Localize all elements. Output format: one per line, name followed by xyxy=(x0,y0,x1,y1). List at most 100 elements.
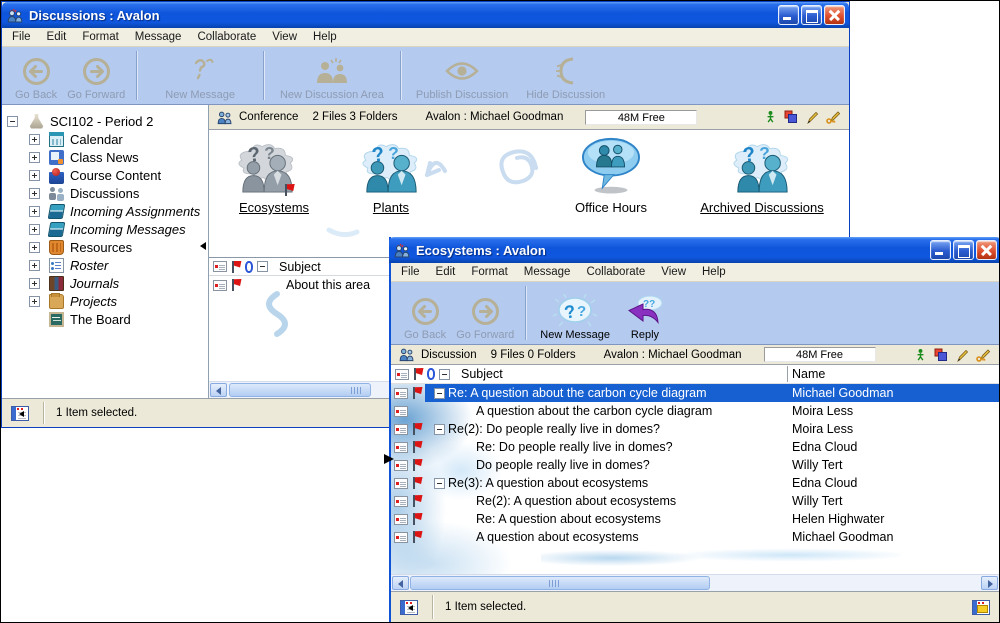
go-forward-button[interactable]: Go Forward xyxy=(62,49,130,102)
tree-item-icon xyxy=(49,312,64,327)
tree-item-root[interactable]: SCI102 - Period 2 xyxy=(2,112,208,130)
expand-toggle[interactable] xyxy=(29,296,40,307)
view-toggle-icon[interactable] xyxy=(972,600,990,615)
new-message-button[interactable]: ? ? New Message xyxy=(532,284,618,342)
expand-toggle[interactable] xyxy=(29,224,40,235)
message-row[interactable]: Re: A question about the carbon cycle di… xyxy=(391,384,999,402)
tree-item[interactable]: Roster xyxy=(2,256,208,274)
menu-item[interactable]: Edit xyxy=(428,264,464,280)
menu-item[interactable]: Collaborate xyxy=(578,264,653,280)
menu-item[interactable]: Message xyxy=(127,29,190,45)
layers-icon[interactable] xyxy=(934,348,948,362)
pencil-key-icon[interactable] xyxy=(976,348,991,362)
tree-item[interactable]: Projects xyxy=(2,292,208,310)
list-header[interactable]: Subject Name xyxy=(391,365,999,384)
hide-discussion-button[interactable]: Hide Discussion xyxy=(517,49,614,102)
expand-toggle[interactable] xyxy=(29,170,40,181)
pencil-icon[interactable] xyxy=(956,348,968,362)
expand-toggle[interactable] xyxy=(29,242,40,253)
expand-toggle[interactable] xyxy=(29,278,40,289)
tree-item[interactable]: Journals xyxy=(2,274,208,292)
new-message-button[interactable]: New Message xyxy=(143,49,257,102)
conference-item-label[interactable]: Plants xyxy=(326,200,456,215)
maximize-button[interactable] xyxy=(801,5,822,25)
go-forward-button[interactable]: Go Forward xyxy=(451,284,519,342)
split-pane-icon[interactable] xyxy=(11,406,29,421)
menu-item[interactable]: Help xyxy=(305,29,345,45)
tree-item[interactable]: Incoming Messages xyxy=(2,220,208,238)
publish-discussion-button[interactable]: Publish Discussion xyxy=(407,49,517,102)
close-button[interactable] xyxy=(976,240,997,260)
collapse-thread-toggle[interactable] xyxy=(434,424,445,435)
title-bar[interactable]: Ecosystems : Avalon xyxy=(389,237,1000,263)
collapse-thread-toggle[interactable] xyxy=(434,388,445,399)
horizontal-scrollbar[interactable] xyxy=(391,574,999,591)
expand-toggle[interactable] xyxy=(29,134,40,145)
minimize-button[interactable] xyxy=(930,240,951,260)
menu-item[interactable]: Format xyxy=(463,264,515,280)
message-row[interactable]: Re: A question about ecosystems Helen Hi… xyxy=(391,510,999,528)
message-row[interactable]: Re(3): A question about ecosystems Edna … xyxy=(391,474,999,492)
new-message-icon: ? ? xyxy=(553,293,597,329)
flag-icon xyxy=(412,513,422,525)
menu-item[interactable]: Edit xyxy=(39,29,75,45)
menu-item[interactable]: File xyxy=(4,29,39,45)
conference-item-office-hours[interactable]: Office Hours xyxy=(546,136,676,215)
conference-item-label[interactable]: Ecosystems xyxy=(209,200,339,215)
conference-item-label[interactable]: Office Hours xyxy=(546,200,676,215)
message-row[interactable]: Re(2): Do people really live in domes? M… xyxy=(391,420,999,438)
pencil-key-icon[interactable] xyxy=(826,110,841,124)
tree-item[interactable]: Incoming Assignments xyxy=(2,202,208,220)
conference-item-label[interactable]: Archived Discussions xyxy=(676,200,848,215)
split-pane-icon[interactable] xyxy=(400,600,418,615)
maximize-button[interactable] xyxy=(953,240,974,260)
toolbar-separator xyxy=(400,51,401,100)
conference-item-archived-discussions[interactable]: ? ? Archived Discussions xyxy=(676,136,848,215)
layers-icon[interactable] xyxy=(784,110,798,124)
message-row[interactable]: A question about the carbon cycle diagra… xyxy=(391,402,999,420)
expand-toggle[interactable] xyxy=(29,260,40,271)
go-back-button[interactable]: Go Back xyxy=(399,284,451,342)
reply-button[interactable]: ?? Reply xyxy=(618,284,672,342)
tree-item[interactable]: The Board xyxy=(2,310,208,328)
scroll-left-button[interactable] xyxy=(210,383,227,397)
new-discussion-area-button[interactable]: New Discussion Area xyxy=(270,49,394,102)
close-button[interactable] xyxy=(824,5,845,25)
minimize-button[interactable] xyxy=(778,5,799,25)
column-divider[interactable] xyxy=(787,366,788,382)
scrollbar-thumb[interactable] xyxy=(229,383,371,397)
menu-item[interactable]: Format xyxy=(74,29,126,45)
pencil-icon[interactable] xyxy=(806,110,818,124)
menu-item[interactable]: File xyxy=(393,264,428,280)
scroll-left-button[interactable] xyxy=(392,576,409,590)
message-row[interactable]: Do people really live in domes? Willy Te… xyxy=(391,456,999,474)
title-bar[interactable]: Discussions : Avalon xyxy=(2,2,849,28)
menu-item[interactable]: View xyxy=(264,29,305,45)
tree-item[interactable]: Resources xyxy=(2,238,208,256)
collapse-all-toggle[interactable] xyxy=(257,261,268,272)
tree-item[interactable]: Discussions xyxy=(2,184,208,202)
menu-item[interactable]: Message xyxy=(516,264,579,280)
conference-item-plants[interactable]: ? ? Plants xyxy=(326,136,456,215)
tree-item[interactable]: Course Content xyxy=(2,166,208,184)
expand-toggle[interactable] xyxy=(29,188,40,199)
conference-item-ecosystems[interactable]: ? ? Ecosystems xyxy=(209,136,339,215)
tree-item[interactable]: Calendar xyxy=(2,130,208,148)
message-row[interactable]: A question about ecosystems Michael Good… xyxy=(391,528,999,546)
scrollbar-thumb[interactable] xyxy=(410,576,710,590)
go-back-button[interactable]: Go Back xyxy=(10,49,62,102)
scroll-right-button[interactable] xyxy=(981,576,998,590)
tree-item[interactable]: Class News xyxy=(2,148,208,166)
menu-item[interactable]: Help xyxy=(694,264,734,280)
collapse-toggle[interactable] xyxy=(7,116,18,127)
message-row[interactable]: Re(2): A question about ecosystems Willy… xyxy=(391,492,999,510)
message-icon xyxy=(394,514,408,525)
expand-toggle[interactable] xyxy=(29,152,40,163)
collapse-thread-toggle[interactable] xyxy=(434,478,445,489)
message-row[interactable]: Re: Do people really live in domes? Edna… xyxy=(391,438,999,456)
splitter-arrow-icon[interactable] xyxy=(200,242,206,250)
expand-toggle[interactable] xyxy=(29,206,40,217)
collapse-all-toggle[interactable] xyxy=(439,369,450,380)
menu-item[interactable]: Collaborate xyxy=(189,29,264,45)
menu-item[interactable]: View xyxy=(653,264,694,280)
